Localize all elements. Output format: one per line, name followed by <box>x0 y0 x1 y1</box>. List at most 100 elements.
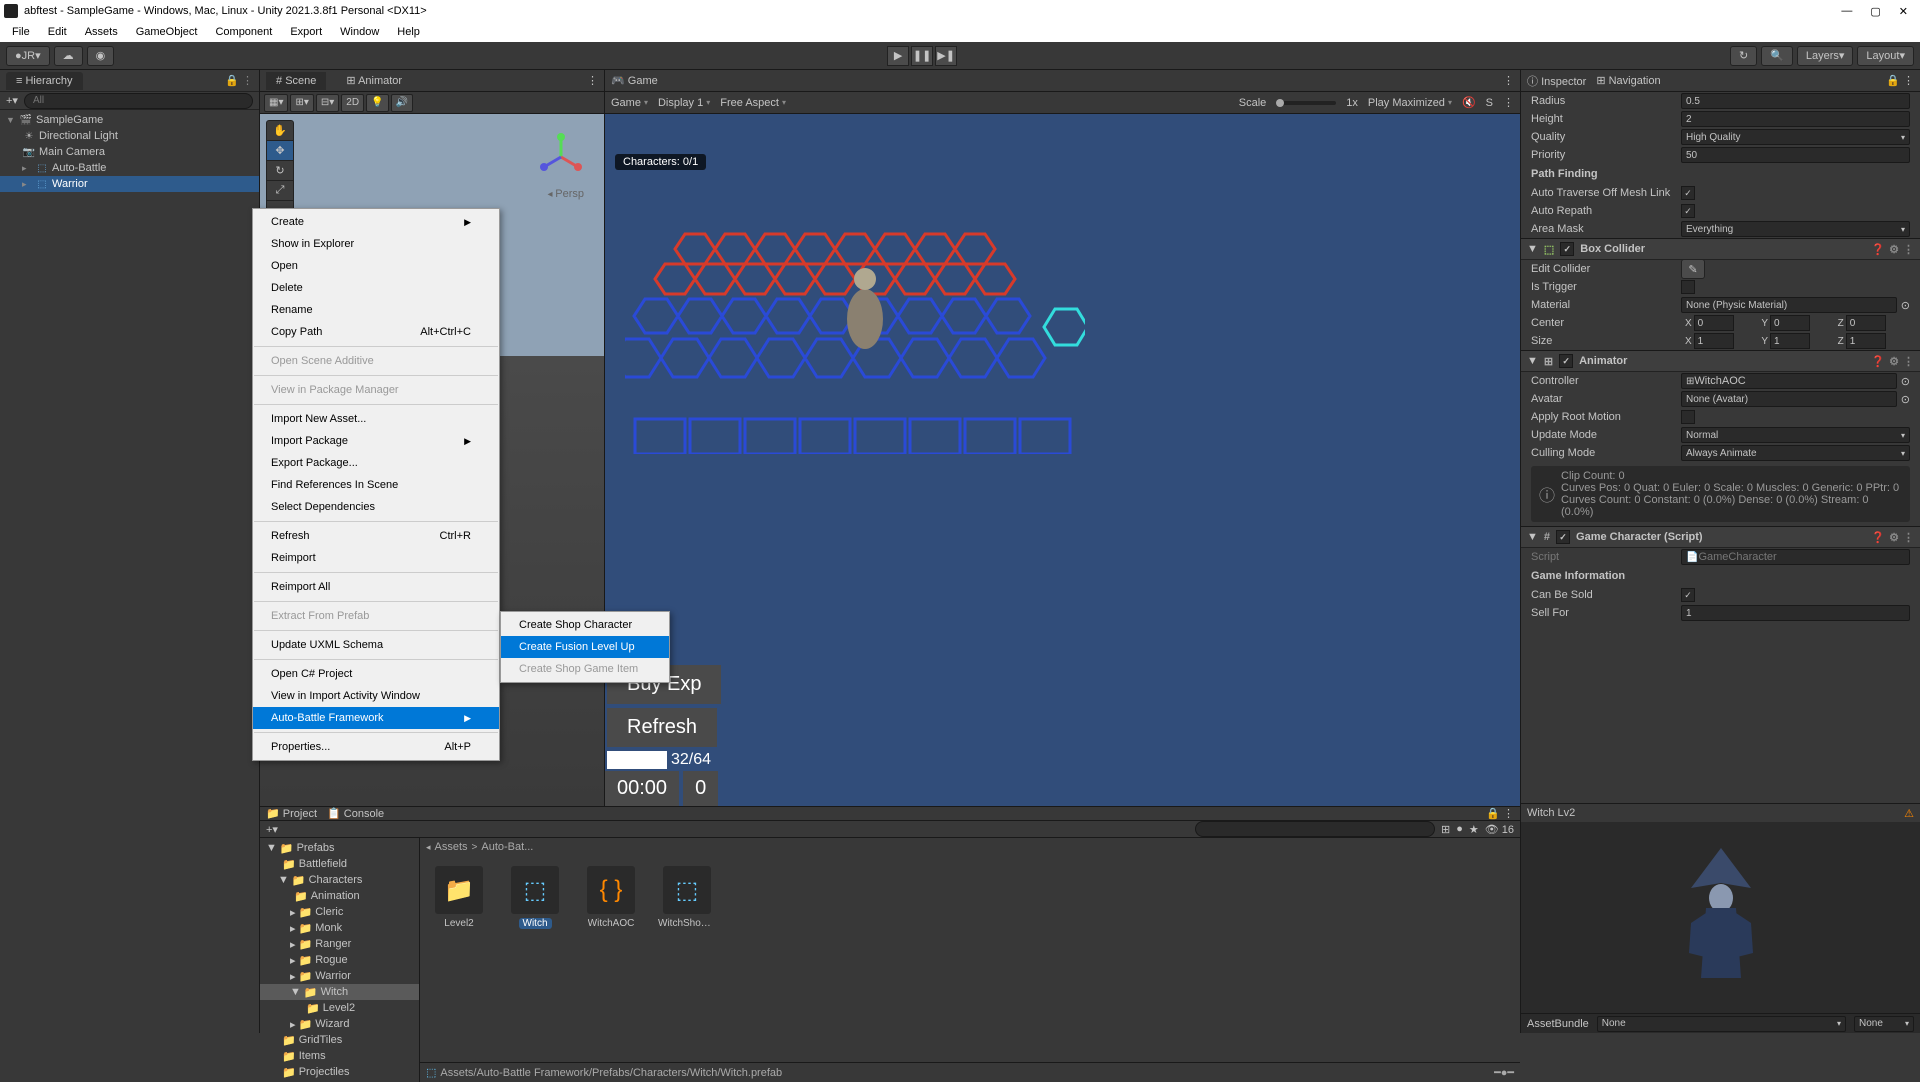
context-menu-item[interactable]: Reimport <box>253 547 499 569</box>
boxcollider-header[interactable]: ▼⬚✓Box Collider❓⚙⋮ <box>1521 238 1920 260</box>
menu-export[interactable]: Export <box>282 24 330 40</box>
radius-field[interactable]: 0.5 <box>1681 93 1910 109</box>
context-menu-item[interactable]: Copy PathAlt+Ctrl+C <box>253 321 499 343</box>
context-menu-item[interactable]: Auto-Battle Framework▶ <box>253 707 499 729</box>
priority-field[interactable]: 50 <box>1681 147 1910 163</box>
search-by-label-icon[interactable]: ● <box>1456 823 1463 835</box>
console-tab[interactable]: 📋 Console <box>327 807 384 820</box>
menu-edit[interactable]: Edit <box>40 24 75 40</box>
stats-toggle[interactable]: S <box>1486 97 1493 109</box>
navigation-tab[interactable]: ⊞ Navigation <box>1596 74 1660 87</box>
rotate-tool[interactable]: ↻ <box>267 161 293 181</box>
folder-item[interactable]: ▸📁Wizard <box>260 1016 419 1032</box>
material-field[interactable]: None (Physic Material) <box>1681 297 1897 313</box>
project-create-dropdown[interactable]: +▾ <box>266 823 278 836</box>
play-button[interactable]: ▶ <box>887 46 909 66</box>
hierarchy-item[interactable]: ▸⬚Auto-Battle <box>0 160 259 176</box>
center-x[interactable] <box>1694 315 1734 331</box>
folder-item[interactable]: ▸📁Rogue <box>260 952 419 968</box>
game-dropdown[interactable]: Game <box>611 97 648 109</box>
folder-item[interactable]: 📁Level2 <box>260 1000 419 1016</box>
scene-tab[interactable]: # Scene <box>266 72 326 90</box>
game-tab[interactable]: 🎮 Game <box>611 74 658 87</box>
undo-history-button[interactable]: ↻ <box>1730 46 1757 66</box>
context-menu-item[interactable]: Open C# Project <box>253 663 499 685</box>
auto-traverse-checkbox[interactable]: ✓ <box>1681 186 1695 200</box>
account-button[interactable]: ● JR ▾ <box>6 46 50 66</box>
height-field[interactable]: 2 <box>1681 111 1910 127</box>
game-menu-icon[interactable]: ⋮ <box>1503 74 1514 87</box>
hierarchy-item[interactable]: 📷Main Camera <box>0 144 259 160</box>
hierarchy-lock-icon[interactable]: 🔒 ⋮ <box>225 74 253 87</box>
canbesold-checkbox[interactable]: ✓ <box>1681 588 1695 602</box>
size-x[interactable] <box>1694 333 1734 349</box>
context-menu-item[interactable]: Reimport All <box>253 576 499 598</box>
scene-drawmode-dropdown[interactable]: ⊞▾ <box>290 94 313 112</box>
folder-item[interactable]: ▼📁Characters <box>260 872 419 888</box>
hierarchy-search-input[interactable] <box>24 93 253 109</box>
project-tab[interactable]: 📁 Project <box>266 807 317 820</box>
gizmos-toggle[interactable]: ⋮ <box>1503 96 1514 109</box>
area-mask-dropdown[interactable]: Everything <box>1681 221 1910 237</box>
favorite-icon[interactable]: ★ <box>1469 823 1479 836</box>
menu-window[interactable]: Window <box>332 24 387 40</box>
folder-item[interactable]: 📁Items <box>260 1048 419 1064</box>
scale-slider[interactable] <box>1276 101 1336 105</box>
playmode-dropdown[interactable]: Play Maximized <box>1368 97 1452 109</box>
folder-item[interactable]: 📁Projectiles <box>260 1064 419 1080</box>
refresh-button[interactable]: Refresh <box>607 708 717 747</box>
controller-field[interactable]: ⊞ WitchAOC <box>1681 373 1897 389</box>
search-button[interactable]: 🔍 <box>1761 46 1793 66</box>
project-breadcrumb[interactable]: ◂ Assets > Auto-Bat... <box>420 838 1520 856</box>
menu-help[interactable]: Help <box>389 24 428 40</box>
orientation-gizmo[interactable] <box>536 132 586 182</box>
folder-item[interactable]: ▸📁Cleric <box>260 904 419 920</box>
menu-assets[interactable]: Assets <box>77 24 126 40</box>
object-picker-icon[interactable]: ⊙ <box>1901 393 1910 406</box>
hand-tool[interactable]: ✋ <box>267 121 293 141</box>
edit-collider-button[interactable]: ✎ <box>1681 259 1705 279</box>
scene-shading-dropdown[interactable]: ▦▾ <box>264 94 288 112</box>
menu-component[interactable]: Component <box>207 24 280 40</box>
asset-item[interactable]: 📁Level2 <box>430 866 488 929</box>
game-view[interactable]: Characters: 0/1 <box>605 114 1520 806</box>
perspective-label[interactable]: ◂ Persp <box>547 188 584 200</box>
sellfor-field[interactable]: 1 <box>1681 605 1910 621</box>
create-dropdown[interactable]: +▾ <box>6 94 18 107</box>
hidden-icon[interactable]: 👁 16 <box>1485 823 1514 836</box>
layout-dropdown[interactable]: Layout ▾ <box>1857 46 1914 66</box>
context-menu-item[interactable]: Delete <box>253 277 499 299</box>
animator-tab[interactable]: ⊞ Animator <box>336 71 412 90</box>
maximize-button[interactable]: ▢ <box>1870 5 1880 18</box>
rootmotion-checkbox[interactable] <box>1681 410 1695 424</box>
context-menu-item[interactable]: Import Package▶ <box>253 430 499 452</box>
asset-item-selected[interactable]: ⬚Witch <box>506 866 564 929</box>
context-menu-item[interactable]: Show in Explorer <box>253 233 499 255</box>
size-y[interactable] <box>1770 333 1810 349</box>
context-menu-item[interactable]: Create▶ <box>253 211 499 233</box>
animator-header[interactable]: ▼⊞✓Animator❓⚙⋮ <box>1521 350 1920 372</box>
asset-item[interactable]: { }WitchAOC <box>582 866 640 929</box>
scene-root[interactable]: ▼🎬SampleGame <box>0 112 259 128</box>
context-menu-item[interactable]: View in Import Activity Window <box>253 685 499 707</box>
context-menu-item[interactable]: RefreshCtrl+R <box>253 525 499 547</box>
context-menu-item[interactable]: Properties...Alt+P <box>253 736 499 758</box>
context-menu-item[interactable]: Select Dependencies <box>253 496 499 518</box>
preview-warning-icon[interactable]: ⚠ <box>1904 807 1914 820</box>
quality-dropdown[interactable]: High Quality <box>1681 129 1910 145</box>
pause-button[interactable]: ❚❚ <box>911 46 933 66</box>
cullingmode-dropdown[interactable]: Always Animate <box>1681 445 1910 461</box>
cloud-button[interactable]: ☁ <box>54 46 83 66</box>
object-picker-icon[interactable]: ⊙ <box>1901 375 1910 388</box>
folder-item[interactable]: 📁GridTiles <box>260 1032 419 1048</box>
step-button[interactable]: ▶❚ <box>935 46 957 66</box>
updatemode-dropdown[interactable]: Normal <box>1681 427 1910 443</box>
context-menu-item[interactable]: Create Shop Character <box>501 614 669 636</box>
aspect-dropdown[interactable]: Free Aspect <box>720 97 786 109</box>
avatar-field[interactable]: None (Avatar) <box>1681 391 1897 407</box>
scene-menu-icon[interactable]: ⋮ <box>587 74 598 87</box>
minimize-button[interactable]: — <box>1841 5 1852 18</box>
display-dropdown[interactable]: Display 1 <box>658 97 710 109</box>
context-menu-item[interactable]: Open <box>253 255 499 277</box>
asset-item[interactable]: ⬚WitchShopI... <box>658 866 716 929</box>
